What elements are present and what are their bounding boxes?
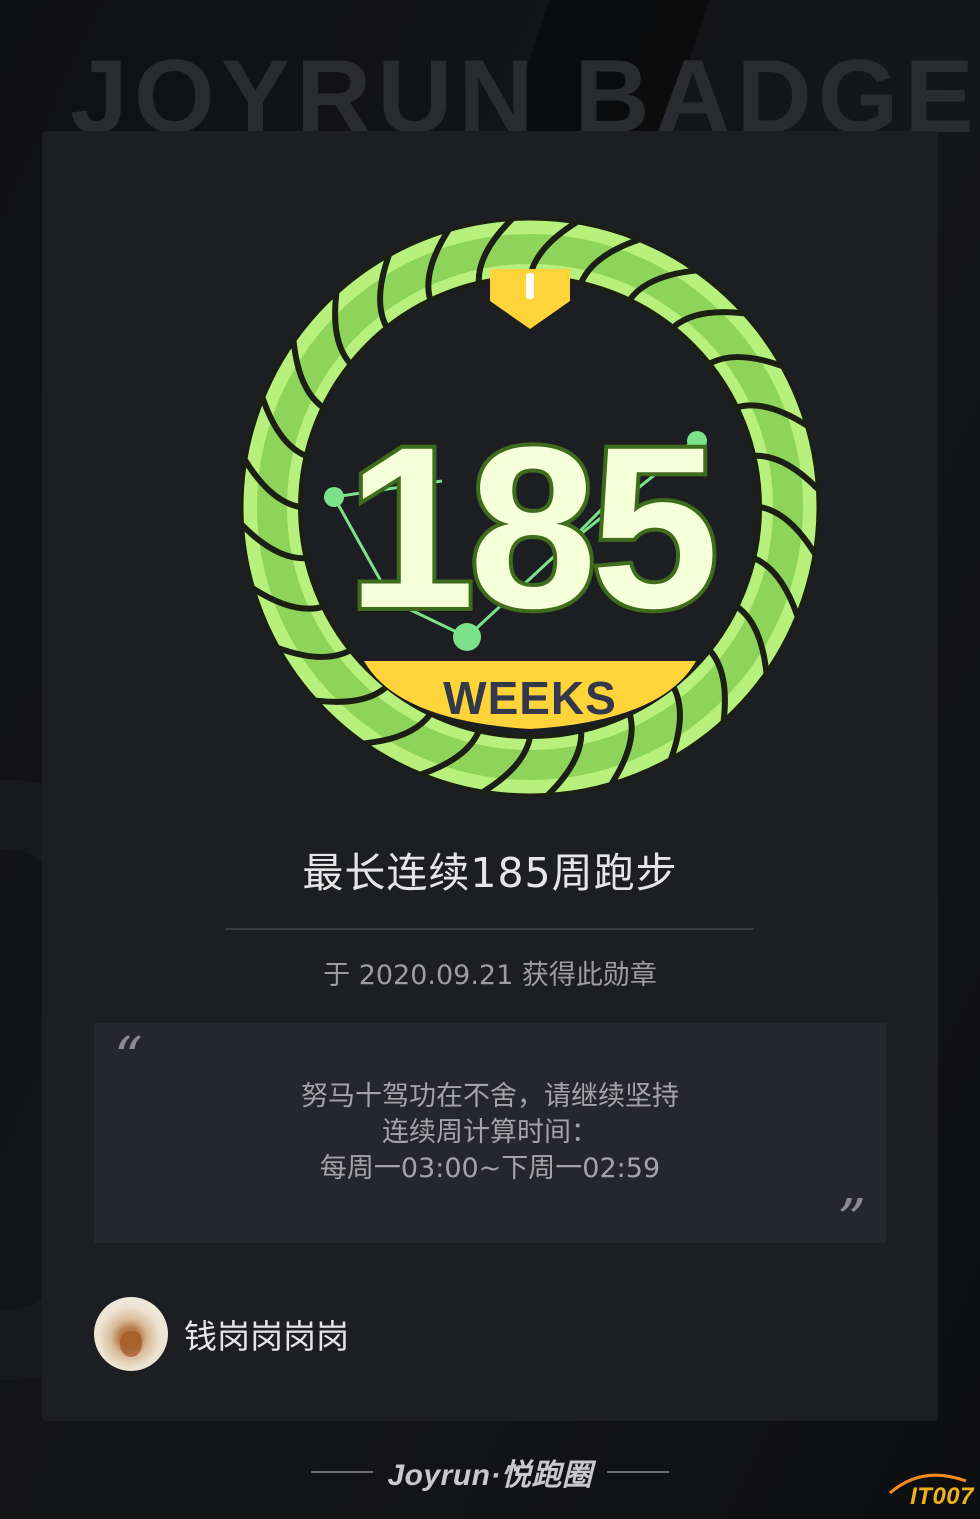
quote-line: 努马十驾功在不舍，请继续坚持 [301, 1081, 679, 1112]
quote-line: 连续周计算时间： [382, 1117, 598, 1148]
earned-date-text: 于 2020.09.21 获得此勋章 [323, 960, 657, 991]
footer-line-right [606, 1471, 669, 1473]
close-quote-icon: ” [837, 1188, 866, 1253]
badge-unit: WEEKS [443, 672, 617, 724]
quote-text: 努马十驾功在不舍，请继续坚持 连续周计算时间： 每周一03:00~下周一02:5… [94, 1079, 886, 1187]
badge-graph-dot [324, 487, 344, 507]
quote-box: “ 努马十驾功在不舍，请继续坚持 连续周计算时间： 每周一03:00~下周一02… [94, 1023, 886, 1249]
quote-line: 每周一03:00~下周一02:59 [319, 1153, 661, 1184]
avatar[interactable] [94, 1297, 168, 1371]
badge-top-marker-line [526, 273, 534, 299]
user-row[interactable]: 钱岗岗岗岗 [94, 1296, 349, 1372]
footer-line-left [311, 1471, 374, 1473]
badge-number: 185 [347, 399, 713, 656]
username[interactable]: 钱岗岗岗岗 [184, 1310, 349, 1358]
footer: Joyrun·悦跑圈 [0, 1450, 980, 1494]
badge-share-page: JOYRUN BADGES WEEKS 185 最长连续185周跑步 于 202… [0, 0, 980, 1519]
footer-brand: Joyrun·悦跑圈 [387, 1459, 593, 1492]
streak-badge-icon: WEEKS 185 [240, 217, 820, 797]
watermark-text: IT007 [910, 1483, 974, 1510]
divider [226, 928, 754, 930]
badge-title: 最长连续185周跑步 [302, 849, 678, 897]
badge-card: WEEKS 185 最长连续185周跑步 于 2020.09.21 获得此勋章 … [42, 131, 938, 1421]
